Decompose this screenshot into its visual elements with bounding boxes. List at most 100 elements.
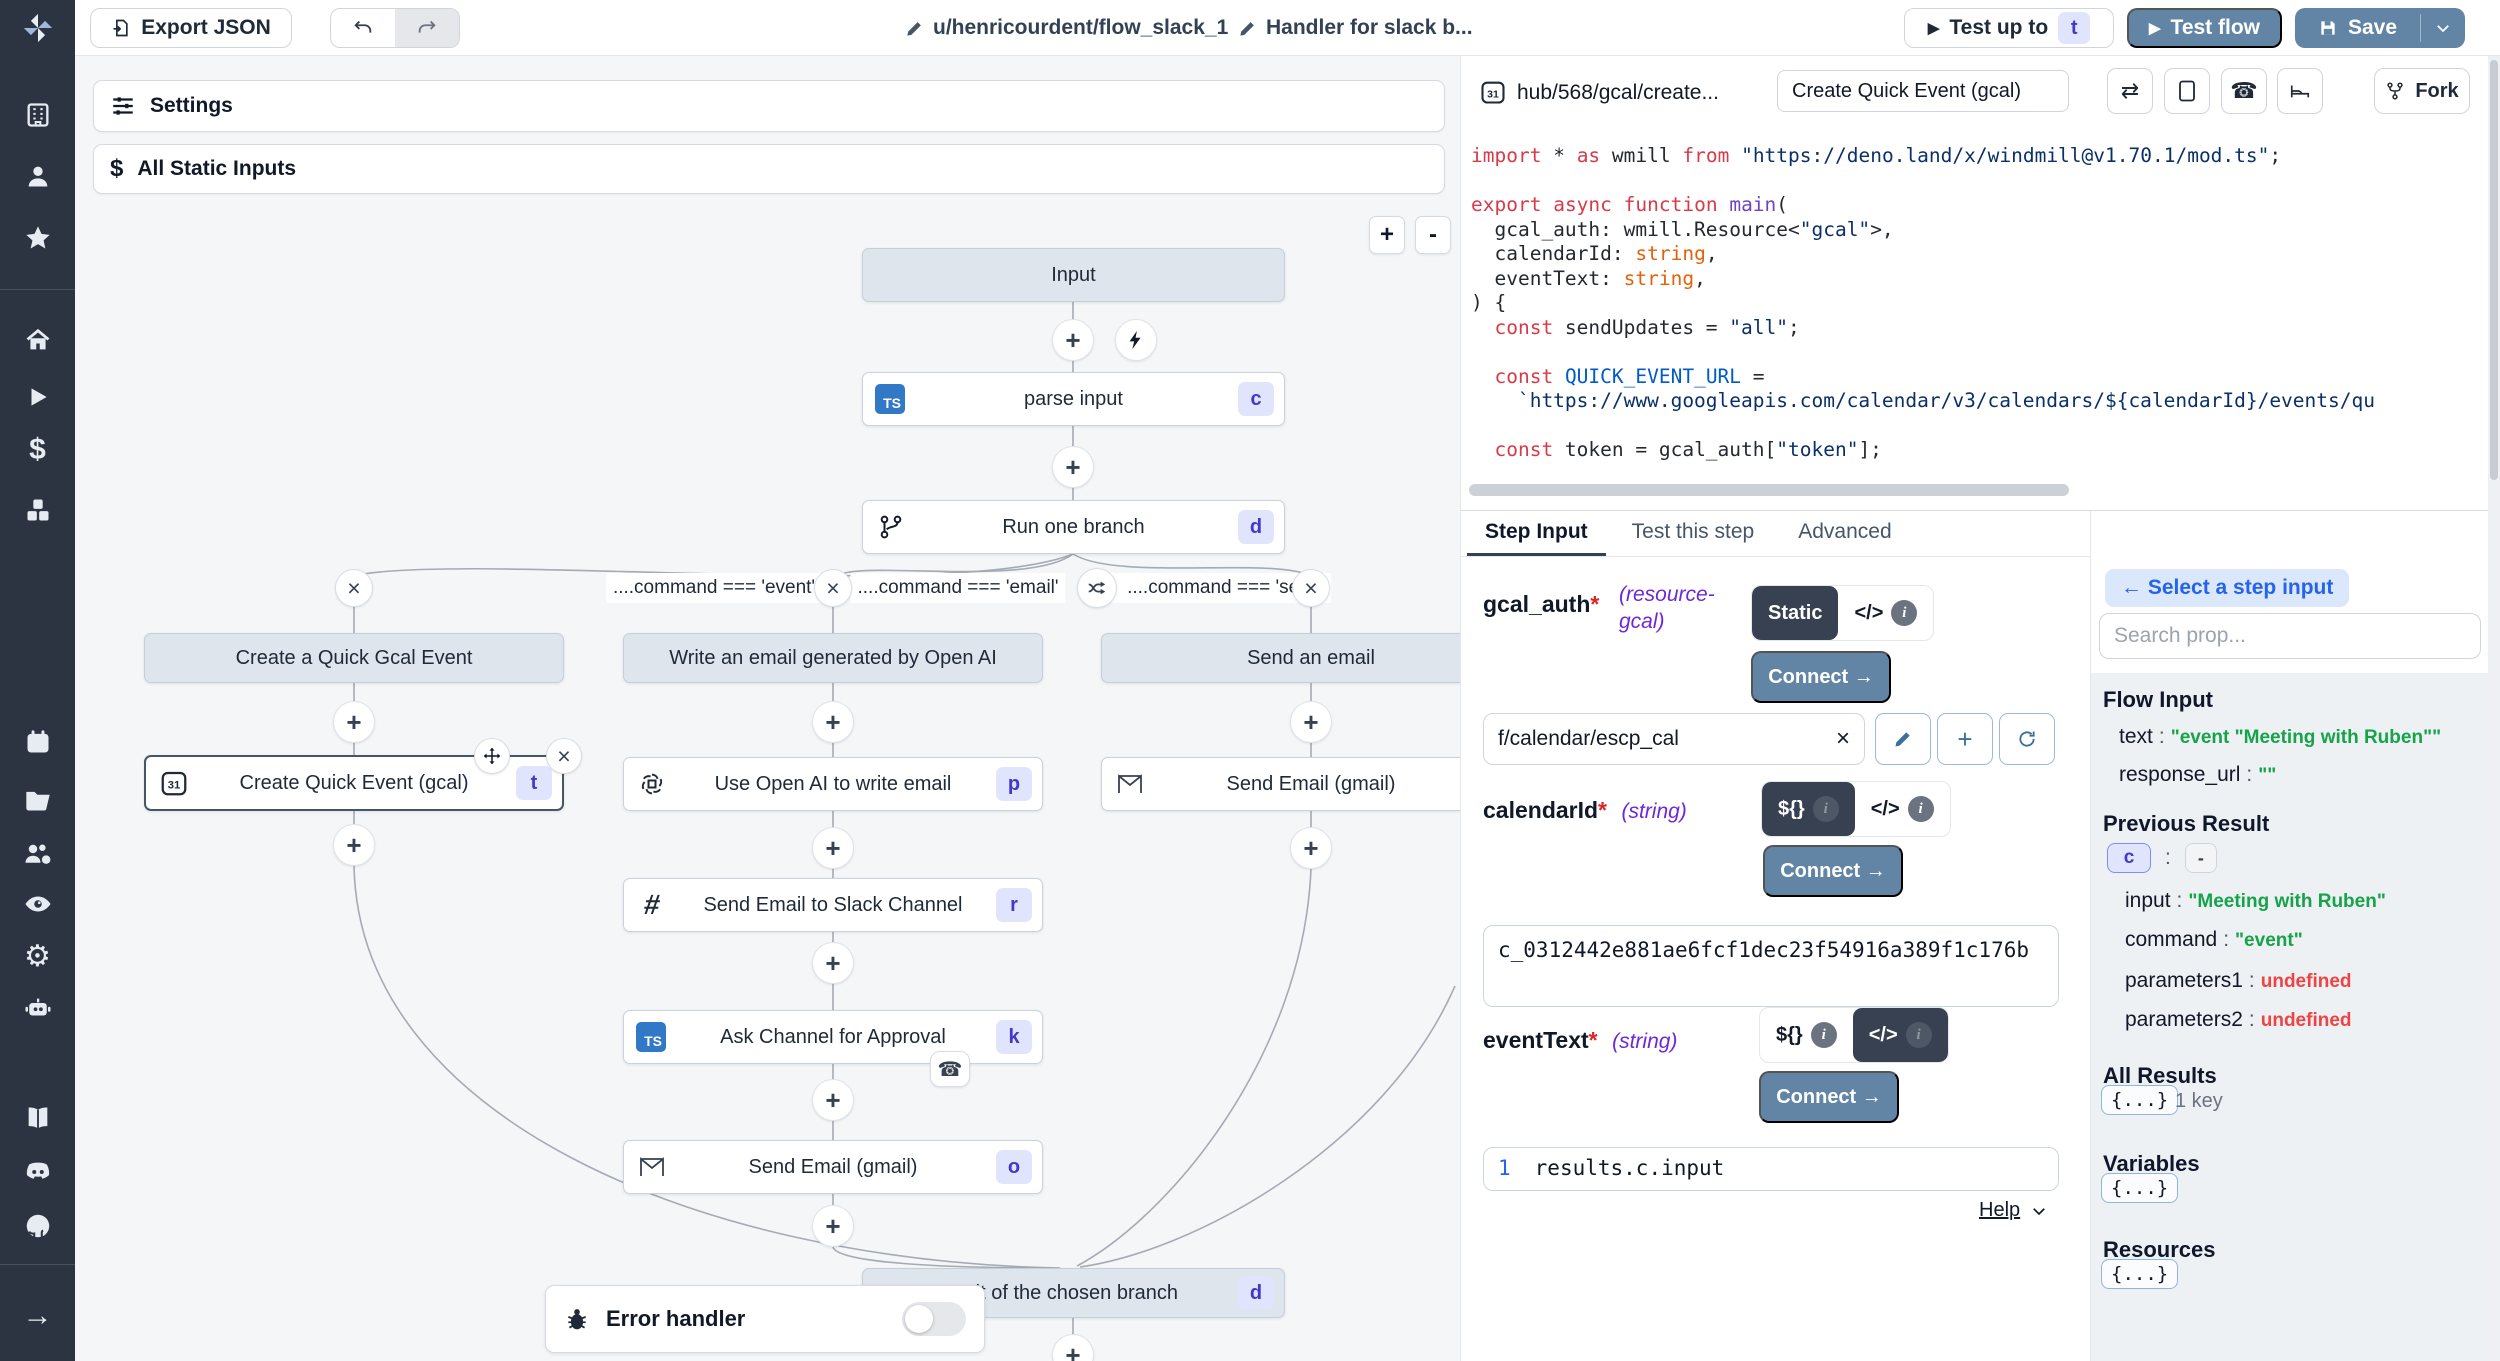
mode-template[interactable]: ${}i — [1762, 782, 1855, 836]
mode-template[interactable]: ${}i — [1760, 1008, 1853, 1062]
windmill-logo[interactable] — [0, 0, 75, 56]
export-json-button[interactable]: Export JSON — [90, 8, 292, 48]
insert-step-button[interactable]: + — [812, 1205, 854, 1247]
github-icon[interactable] — [0, 1204, 75, 1248]
info-icon[interactable]: i — [1811, 1022, 1837, 1048]
settings-gear-icon[interactable]: ⚙ — [0, 934, 75, 978]
delete-step-button[interactable]: × — [546, 738, 582, 774]
info-icon[interactable]: i — [1891, 600, 1917, 626]
move-step-button[interactable] — [474, 738, 510, 774]
insert-step-button[interactable]: + — [1052, 319, 1094, 361]
insert-step-button[interactable]: + — [812, 1079, 854, 1121]
mode-code[interactable]: </>i — [1853, 1008, 1948, 1062]
runs-play-icon[interactable] — [0, 375, 75, 419]
expand-sidebar-arrow-icon[interactable]: → — [0, 1294, 75, 1338]
schedules-calendar-icon[interactable] — [0, 720, 75, 764]
node-run-one-branch[interactable]: Run one branch d — [862, 500, 1285, 554]
refresh-resource-button[interactable] — [1999, 713, 2055, 765]
branch-header-gcal[interactable]: Create a Quick Gcal Event — [144, 633, 564, 683]
node-send-email-gmail-right[interactable]: Send Email (gmail) — [1101, 757, 1460, 811]
info-icon[interactable]: i — [1813, 796, 1839, 822]
resources-expand-chip[interactable]: {...} — [2101, 1259, 2178, 1289]
branch-header-send-email[interactable]: Send an email — [1101, 633, 1460, 683]
hub-script-path[interactable]: hub/568/gcal/create... — [1517, 81, 1719, 105]
insert-step-button[interactable]: + — [812, 942, 854, 984]
insert-step-button[interactable]: + — [812, 701, 854, 743]
connect-button-gcal-auth[interactable]: Connect → — [1751, 651, 1891, 703]
node-input[interactable]: Input — [862, 248, 1285, 302]
add-resource-button[interactable]: + — [1937, 713, 1993, 765]
select-step-input-button[interactable]: ← Select a step input — [2105, 569, 2349, 607]
home-icon[interactable] — [0, 318, 75, 362]
insert-step-button[interactable]: + — [1290, 827, 1332, 869]
prop-row[interactable]: parameters1:undefined — [2125, 969, 2352, 993]
suspend-phone-button[interactable]: ☎ — [2221, 68, 2267, 114]
tab-step-input[interactable]: Step Input — [1467, 511, 1606, 556]
insert-step-button[interactable]: + — [812, 827, 854, 869]
info-icon[interactable]: i — [1906, 1022, 1932, 1048]
node-parse-input[interactable]: TS parse input c — [862, 372, 1285, 426]
save-button[interactable]: Save — [2295, 16, 2420, 40]
flow-summary-breadcrumb[interactable]: Handler for slack b... — [1238, 0, 1473, 56]
sleep-bed-button[interactable] — [2277, 68, 2323, 114]
module-box-button[interactable] — [2164, 68, 2210, 114]
clear-x-icon[interactable]: × — [1836, 725, 1850, 753]
eventtext-value-editor[interactable]: 1 results.c.input — [1483, 1147, 2059, 1191]
prop-row[interactable]: parameters2:undefined — [2125, 1008, 2352, 1032]
scrollbar-thumb[interactable] — [2490, 60, 2498, 480]
docs-book-icon[interactable] — [0, 1096, 75, 1140]
remove-branch-button[interactable]: × — [814, 569, 852, 607]
insert-step-button[interactable]: + — [1290, 701, 1332, 743]
redo-button[interactable] — [395, 9, 459, 47]
insert-step-button[interactable]: + — [1052, 446, 1094, 488]
test-up-to-button[interactable]: ▶ Test up to t — [1904, 8, 2114, 48]
previous-result-badges[interactable]: c : - — [2107, 843, 2217, 873]
discord-icon[interactable] — [0, 1150, 75, 1194]
calendarid-value-editor[interactable]: c_0312442e881ae6fcf1dec23f54916a389f1c17… — [1483, 925, 2059, 1007]
horizontal-scrollbar-thumb[interactable] — [1469, 484, 2069, 496]
variables-dollar-icon[interactable]: $ — [0, 428, 75, 472]
node-ask-channel-approval[interactable]: TS Ask Channel for Approval k — [623, 1010, 1043, 1064]
prop-row[interactable]: input:"Meeting with Ruben" — [2125, 889, 2386, 913]
prop-row[interactable]: text:"event "Meeting with Ruben"" — [2119, 725, 2441, 749]
folders-icon[interactable] — [0, 778, 75, 822]
remove-branch-button[interactable]: × — [1292, 569, 1330, 607]
remove-branch-button[interactable]: × — [335, 569, 373, 607]
trigger-bolt-button[interactable] — [1115, 319, 1157, 361]
flow-canvas[interactable]: Settings $ All Static Inputs + - Input +… — [75, 56, 1460, 1361]
mode-static[interactable]: Static — [1752, 586, 1838, 640]
prop-row[interactable]: command:"event" — [2125, 928, 2303, 952]
audit-eye-icon[interactable] — [0, 882, 75, 926]
step-id-badge[interactable]: c — [2107, 843, 2151, 873]
insert-step-button[interactable]: + — [333, 824, 375, 866]
mode-code[interactable]: </>i — [1838, 586, 1933, 640]
favorites-star-icon[interactable] — [0, 216, 75, 260]
workspace-icon[interactable] — [0, 93, 75, 137]
shuffle-branches-button[interactable] — [1077, 568, 1117, 608]
user-icon[interactable] — [0, 154, 75, 198]
collapse-badge[interactable]: - — [2185, 843, 2217, 873]
fork-button[interactable]: Fork — [2374, 68, 2470, 114]
tab-test-this-step[interactable]: Test this step — [1614, 511, 1773, 556]
prop-row[interactable]: response_url:"" — [2119, 763, 2276, 787]
test-flow-button[interactable]: ▶ Test flow — [2127, 8, 2282, 48]
workers-robot-icon[interactable] — [0, 986, 75, 1030]
error-handler-toggle[interactable] — [902, 1302, 966, 1336]
undo-button[interactable] — [331, 9, 395, 47]
node-send-email-slack[interactable]: # Send Email to Slack Channel r — [623, 878, 1043, 932]
connect-button-eventtext[interactable]: Connect → — [1759, 1071, 1899, 1123]
step-name-input[interactable]: Create Quick Event (gcal) — [1777, 70, 2069, 112]
all-results-expand-chip[interactable]: {...} — [2101, 1085, 2178, 1115]
page-scrollbar[interactable] — [2488, 56, 2500, 1361]
insert-step-button[interactable]: + — [333, 701, 375, 743]
node-send-email-gmail-mid[interactable]: Send Email (gmail) o — [623, 1140, 1043, 1194]
sync-script-button[interactable]: ⇄ — [2107, 68, 2153, 114]
help-link[interactable]: Help — [1979, 1199, 2048, 1222]
info-icon[interactable]: i — [1908, 796, 1934, 822]
connect-button-calendarid[interactable]: Connect → — [1763, 845, 1903, 897]
variables-expand-chip[interactable]: {...} — [2101, 1173, 2178, 1203]
tab-advanced[interactable]: Advanced — [1780, 511, 1909, 556]
flow-path-breadcrumb[interactable]: u/henricourdent/flow_slack_1 — [905, 0, 1228, 56]
edit-resource-button[interactable] — [1875, 713, 1931, 765]
code-lines[interactable]: import * as wmill from "https://deno.lan… — [1471, 144, 2480, 480]
